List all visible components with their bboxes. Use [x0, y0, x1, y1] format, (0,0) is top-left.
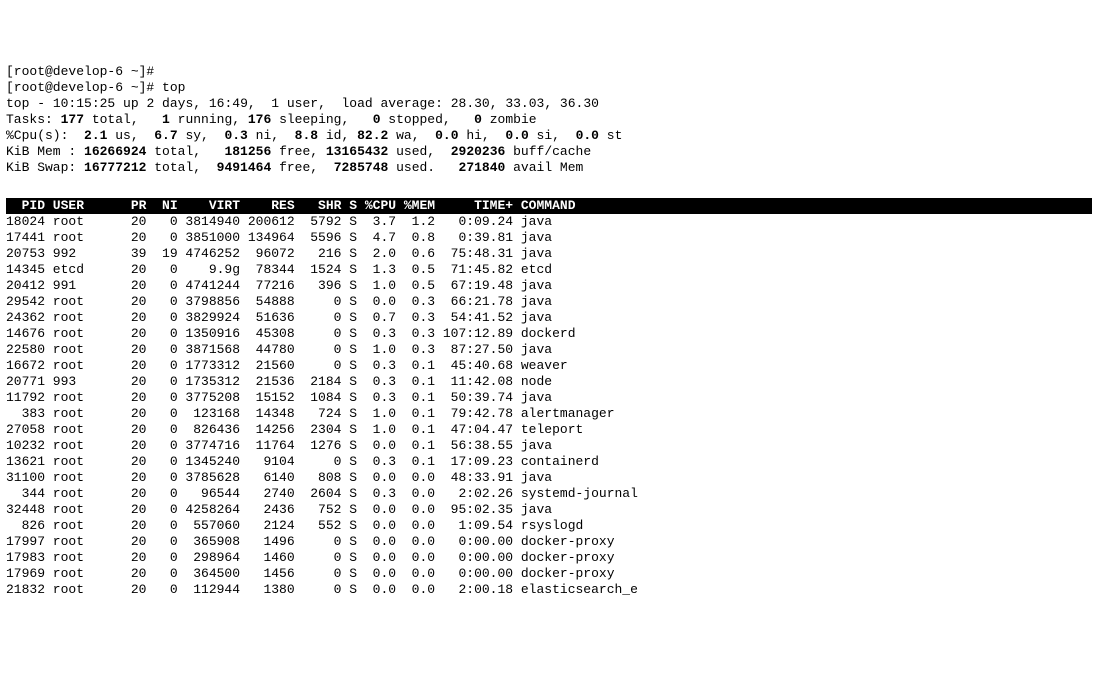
process-row: 17983 root 20 0 298964 1460 0 S 0.0 0.0 …: [6, 550, 1092, 566]
prompt-line-0: [root@develop-6 ~]#: [6, 64, 1092, 80]
process-row: 22580 root 20 0 3871568 44780 0 S 1.0 0.…: [6, 342, 1092, 358]
process-row: 24362 root 20 0 3829924 51636 0 S 0.7 0.…: [6, 310, 1092, 326]
process-row: 32448 root 20 0 4258264 2436 752 S 0.0 0…: [6, 502, 1092, 518]
top-summary-swap: KiB Swap: 16777212 total, 9491464 free, …: [6, 160, 1092, 176]
process-row: 10232 root 20 0 3774716 11764 1276 S 0.0…: [6, 438, 1092, 454]
process-row: 20412 991 20 0 4741244 77216 396 S 1.0 0…: [6, 278, 1092, 294]
process-row: 31100 root 20 0 3785628 6140 808 S 0.0 0…: [6, 470, 1092, 486]
process-row: 383 root 20 0 123168 14348 724 S 1.0 0.1…: [6, 406, 1092, 422]
process-row: 17997 root 20 0 365908 1496 0 S 0.0 0.0 …: [6, 534, 1092, 550]
process-row: 17969 root 20 0 364500 1456 0 S 0.0 0.0 …: [6, 566, 1092, 582]
process-table-header: PID USER PR NI VIRT RES SHR S %CPU %MEM …: [6, 198, 1092, 214]
top-summary-mem: KiB Mem : 16266924 total, 181256 free, 1…: [6, 144, 1092, 160]
process-row: 16672 root 20 0 1773312 21560 0 S 0.3 0.…: [6, 358, 1092, 374]
process-row: 17441 root 20 0 3851000 134964 5596 S 4.…: [6, 230, 1092, 246]
terminal-output[interactable]: [root@develop-6 ~]#[root@develop-6 ~]# t…: [6, 64, 1092, 598]
process-row: 21832 root 20 0 112944 1380 0 S 0.0 0.0 …: [6, 582, 1092, 598]
process-row: 27058 root 20 0 826436 14256 2304 S 1.0 …: [6, 422, 1092, 438]
prompt-line-1: [root@develop-6 ~]# top: [6, 80, 1092, 96]
process-row: 29542 root 20 0 3798856 54888 0 S 0.0 0.…: [6, 294, 1092, 310]
process-row: 826 root 20 0 557060 2124 552 S 0.0 0.0 …: [6, 518, 1092, 534]
process-row: 344 root 20 0 96544 2740 2604 S 0.3 0.0 …: [6, 486, 1092, 502]
process-row: 14676 root 20 0 1350916 45308 0 S 0.3 0.…: [6, 326, 1092, 342]
process-row: 20753 992 39 19 4746252 96072 216 S 2.0 …: [6, 246, 1092, 262]
process-row: 14345 etcd 20 0 9.9g 78344 1524 S 1.3 0.…: [6, 262, 1092, 278]
top-summary-tasks: Tasks: 177 total, 1 running, 176 sleepin…: [6, 112, 1092, 128]
top-summary-time: top - 10:15:25 up 2 days, 16:49, 1 user,…: [6, 96, 1092, 112]
process-row: 20771 993 20 0 1735312 21536 2184 S 0.3 …: [6, 374, 1092, 390]
process-row: 18024 root 20 0 3814940 200612 5792 S 3.…: [6, 214, 1092, 230]
blank-line: [6, 176, 1092, 192]
process-row: 11792 root 20 0 3775208 15152 1084 S 0.3…: [6, 390, 1092, 406]
process-row: 13621 root 20 0 1345240 9104 0 S 0.3 0.1…: [6, 454, 1092, 470]
top-summary-cpu: %Cpu(s): 2.1 us, 6.7 sy, 0.3 ni, 8.8 id,…: [6, 128, 1092, 144]
